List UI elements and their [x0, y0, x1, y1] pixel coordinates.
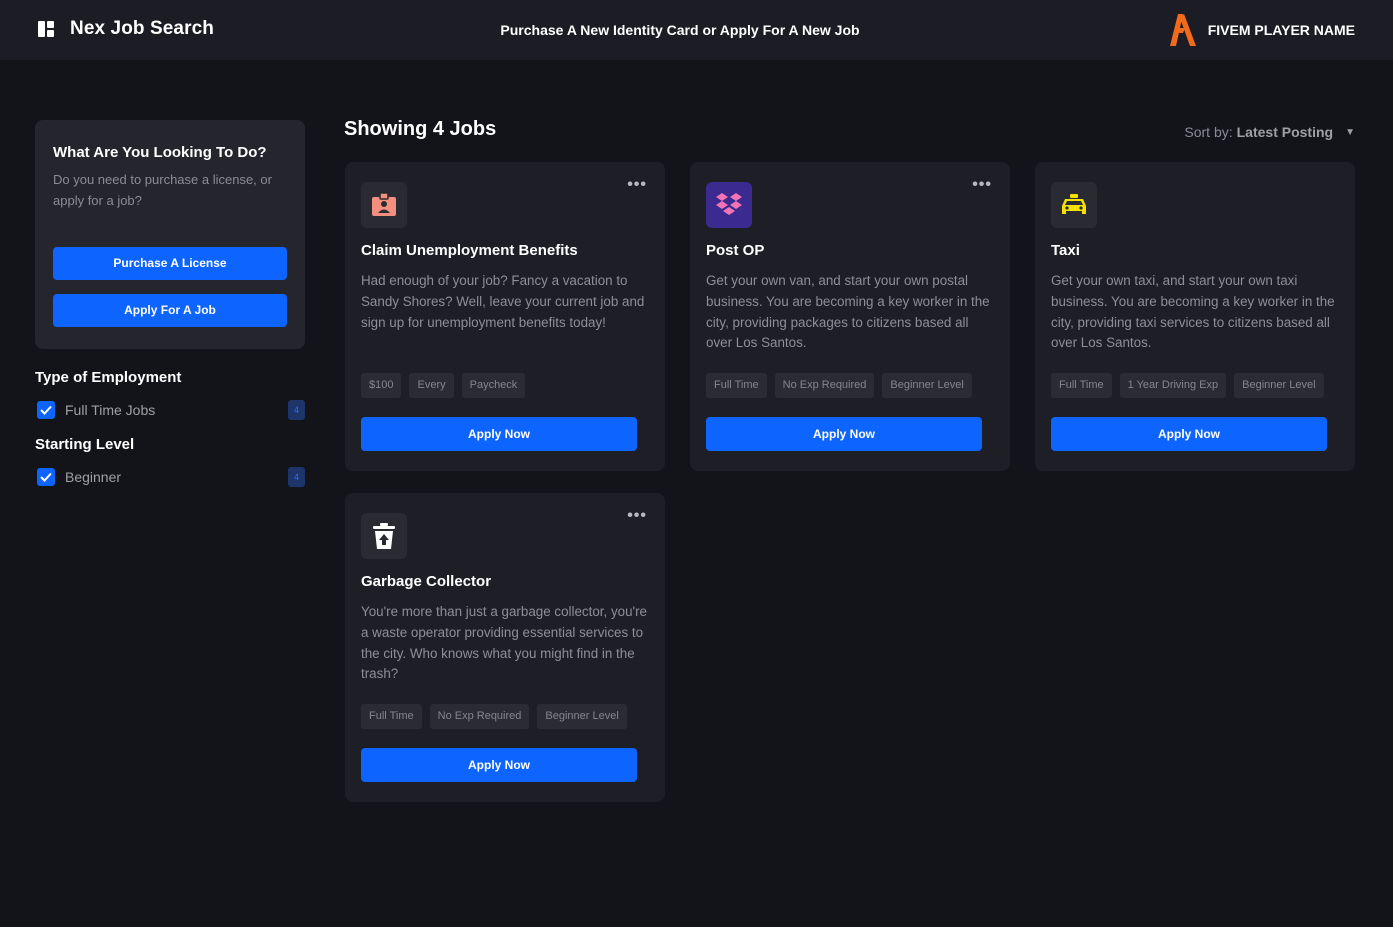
sort-value: Latest Posting [1236, 124, 1334, 140]
apply-job-button[interactable]: Apply For A Job [53, 294, 287, 327]
filter-label: Full Time Jobs [65, 402, 156, 418]
filter-count-badge: 4 [288, 467, 305, 487]
job-tag: $100 [361, 373, 402, 398]
jobs-count-heading: Showing 4 Jobs [344, 118, 497, 140]
job-tag: 1 Year Driving Exp [1119, 373, 1227, 398]
job-tag: Full Time [361, 704, 422, 729]
more-options-icon[interactable]: ••• [627, 507, 647, 525]
job-tag: Paycheck [461, 373, 526, 398]
job-card: Taxi Get your own taxi, and start your o… [1035, 162, 1355, 471]
apply-now-button[interactable]: Apply Now [1051, 417, 1327, 451]
caret-down-icon: ▼ [1345, 126, 1355, 138]
job-tag: Beginner Level [1234, 373, 1324, 398]
job-tags: $100 Every Paycheck [361, 373, 649, 398]
filter-full-time[interactable]: Full Time Jobs 4 [35, 400, 305, 420]
box-icon [706, 182, 752, 228]
sort-label: Sort by: [1184, 124, 1233, 140]
job-tags: Full Time No Exp Required Beginner Level [706, 373, 994, 398]
job-title: Claim Unemployment Benefits [361, 242, 578, 259]
job-description: You're more than just a garbage collecto… [361, 604, 647, 682]
job-tags: Full Time No Exp Required Beginner Level [361, 704, 649, 729]
action-card: What Are You Looking To Do? Do you need … [35, 120, 305, 349]
filter-count-badge: 4 [288, 400, 305, 420]
taxi-icon [1051, 182, 1097, 228]
job-description: Get your own taxi, and start your own ta… [1051, 273, 1335, 351]
top-bar: Nex Job Search Purchase A New Identity C… [0, 0, 1393, 60]
filter-title-employment: Type of Employment [35, 369, 182, 386]
checkbox-checked-icon[interactable] [37, 401, 55, 419]
page-subtitle: Purchase A New Identity Card or Apply Fo… [500, 22, 860, 38]
action-card-text: Do you need to purchase a license, or ap… [53, 172, 272, 208]
job-title: Post OP [706, 242, 765, 259]
job-card: ••• Post OP Get your own van, and start … [690, 162, 1010, 471]
filter-label: Beginner [65, 469, 122, 485]
more-options-icon[interactable]: ••• [627, 176, 647, 194]
filter-title-level: Starting Level [35, 436, 135, 453]
checkbox-checked-icon[interactable] [37, 468, 55, 486]
job-card: ••• Garbage Collector You're more than j… [345, 493, 665, 802]
sort-dropdown[interactable]: Sort by: Latest Posting ▼ [1184, 124, 1355, 140]
job-card: ••• Claim Unemployment Benefits Had enou… [345, 162, 665, 471]
user-profile[interactable]: FIVEM PLAYER NAME [1169, 14, 1355, 46]
job-tag: Full Time [706, 373, 767, 398]
job-tag: No Exp Required [429, 704, 530, 729]
action-card-title: What Are You Looking To Do? [53, 144, 267, 161]
job-tag: No Exp Required [774, 373, 875, 398]
apply-now-button[interactable]: Apply Now [361, 748, 637, 782]
purchase-license-button[interactable]: Purchase A License [53, 247, 287, 280]
job-description: Had enough of your job? Fancy a vacation… [361, 273, 645, 330]
trash-icon [361, 513, 407, 559]
fivem-logo-icon [1169, 14, 1196, 46]
job-title: Taxi [1051, 242, 1080, 259]
job-description: Get your own van, and start your own pos… [706, 273, 990, 351]
more-options-icon[interactable]: ••• [972, 176, 992, 194]
job-tag: Beginner Level [882, 373, 972, 398]
player-name: FIVEM PLAYER NAME [1207, 22, 1355, 38]
apply-now-button[interactable]: Apply Now [706, 417, 982, 451]
job-tags: Full Time 1 Year Driving Exp Beginner Le… [1051, 373, 1339, 398]
job-title: Garbage Collector [361, 573, 492, 590]
sidebar: What Are You Looking To Do? Do you need … [35, 120, 305, 487]
job-tag: Beginner Level [537, 704, 627, 729]
job-tag: Full Time [1051, 373, 1112, 398]
job-tag: Every [409, 373, 454, 398]
apply-now-button[interactable]: Apply Now [361, 417, 637, 451]
filter-beginner[interactable]: Beginner 4 [35, 467, 305, 487]
id-badge-icon [361, 182, 407, 228]
